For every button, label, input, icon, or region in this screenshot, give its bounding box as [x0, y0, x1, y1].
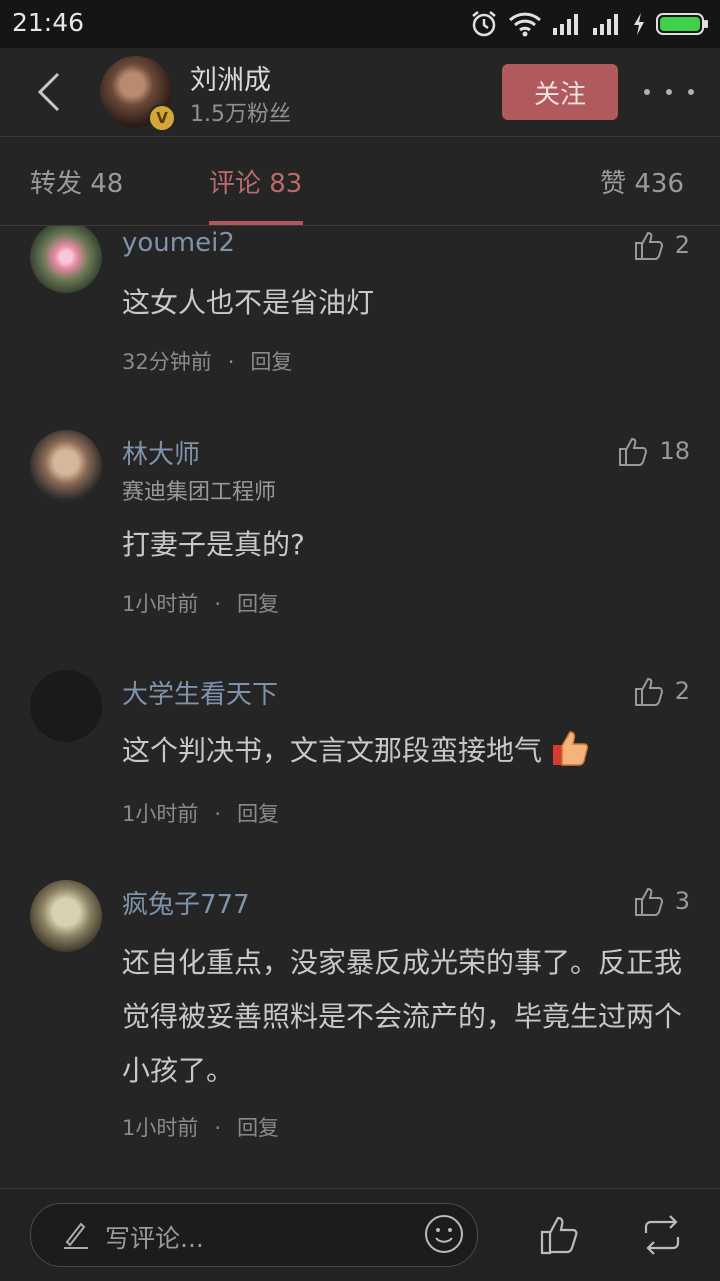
comment-reply-link[interactable]: 回复 — [237, 1116, 279, 1140]
status-time: 21:46 — [12, 8, 85, 37]
comment-like-count: 2 — [674, 677, 690, 705]
comment-meta: 32分钟前 · 回复 — [122, 350, 293, 374]
comment-meta: 1小时前 · 回复 — [122, 592, 280, 616]
comment-like-button[interactable]: 3 — [633, 884, 690, 918]
alarm-icon — [472, 11, 496, 37]
comment-text: 这女人也不是省油灯 — [122, 286, 375, 319]
thumbs-up-icon — [634, 231, 663, 260]
comment-avatar[interactable] — [30, 880, 102, 952]
comment-username[interactable]: 大学生看天下 — [122, 674, 278, 711]
comment-like-button[interactable]: 2 — [633, 674, 690, 708]
verified-badge-icon: V — [148, 104, 176, 132]
status-bar: 21:46 — [0, 0, 720, 48]
comment-text: 还自化重点，没家暴反成光荣的事了。反正我觉得被妥善照料是不会流产的，毕竟生过两个… — [122, 946, 683, 1087]
tab-bar: 转发 48 评论 83 赞 436 — [0, 137, 720, 226]
comment-like-count: 18 — [659, 437, 690, 465]
comment-list[interactable]: youmei2 2 这女人也不是省油灯 32分钟前 · 回复 林大师 赛迪集团工程师… — [0, 226, 720, 1188]
back-button[interactable] — [28, 68, 72, 116]
comment-like-count: 3 — [674, 887, 690, 915]
signal-icon-2 — [593, 14, 618, 35]
comment-time: 1小时前 — [122, 802, 199, 826]
signal-icon — [553, 14, 578, 35]
smiley-icon[interactable] — [423, 1213, 465, 1255]
comment-username[interactable]: 疯兔子777 — [122, 884, 250, 921]
comment-like-count: 2 — [674, 231, 690, 259]
comment-avatar[interactable] — [30, 226, 102, 293]
comment-like-button[interactable]: 2 — [633, 228, 690, 262]
wifi-icon — [508, 12, 542, 37]
follow-button[interactable]: 关注 — [502, 64, 618, 120]
comment-meta: 1小时前 · 回复 — [122, 802, 280, 826]
thumbs-up-emoji — [552, 731, 589, 766]
thumbs-up-icon — [634, 887, 663, 916]
comment-username[interactable]: 林大师 — [122, 434, 200, 471]
charging-icon — [634, 13, 644, 35]
active-tab-indicator — [209, 221, 303, 225]
comment-input-placeholder: 写评论... — [105, 1224, 204, 1253]
comment-time: 32分钟前 — [122, 350, 212, 374]
profile-header: V 刘洲成 1.5万粉丝 关注 — [0, 48, 720, 137]
comment-username[interactable]: youmei2 — [122, 228, 235, 258]
tab-reposts[interactable]: 转发 48 — [30, 163, 123, 200]
comment-like-button[interactable]: 18 — [617, 434, 690, 468]
comment-reply-link[interactable]: 回复 — [237, 592, 279, 616]
tab-likes[interactable]: 赞 436 — [600, 163, 684, 200]
comment-time: 1小时前 — [122, 1116, 199, 1140]
more-dots-icon[interactable] — [644, 78, 694, 106]
comment-reply-link[interactable]: 回复 — [237, 802, 279, 826]
profile-fans-count: 1.5万粉丝 — [190, 102, 291, 127]
battery-icon — [656, 13, 708, 35]
pen-icon — [64, 1222, 88, 1249]
comment-user-title: 赛迪集团工程师 — [122, 480, 277, 505]
thumbs-up-icon[interactable] — [538, 1213, 582, 1257]
comment-avatar[interactable] — [30, 430, 102, 502]
comment-text-content: 这个判决书，文言文那段蛮接地气 — [122, 734, 543, 767]
thumbs-up-icon — [634, 677, 663, 706]
thumbs-up-icon — [619, 437, 648, 466]
profile-name[interactable]: 刘洲成 — [190, 58, 271, 97]
bottom-action-bar: 写评论... — [0, 1188, 720, 1281]
tab-comments[interactable]: 评论 83 — [209, 163, 302, 200]
chevron-left-icon — [37, 72, 60, 112]
comment-meta: 1小时前 · 回复 — [122, 1116, 280, 1140]
comment-reply-link[interactable]: 回复 — [250, 350, 292, 374]
comment-text: 打妻子是真的? — [122, 528, 305, 561]
comment-time: 1小时前 — [122, 592, 199, 616]
comment-input[interactable]: 写评论... — [30, 1203, 478, 1267]
repost-icon[interactable] — [640, 1213, 684, 1257]
comment-avatar[interactable] — [30, 670, 102, 742]
comment-text: 这个判决书，文言文那段蛮接地气 — [122, 724, 696, 778]
status-icons — [470, 8, 710, 40]
